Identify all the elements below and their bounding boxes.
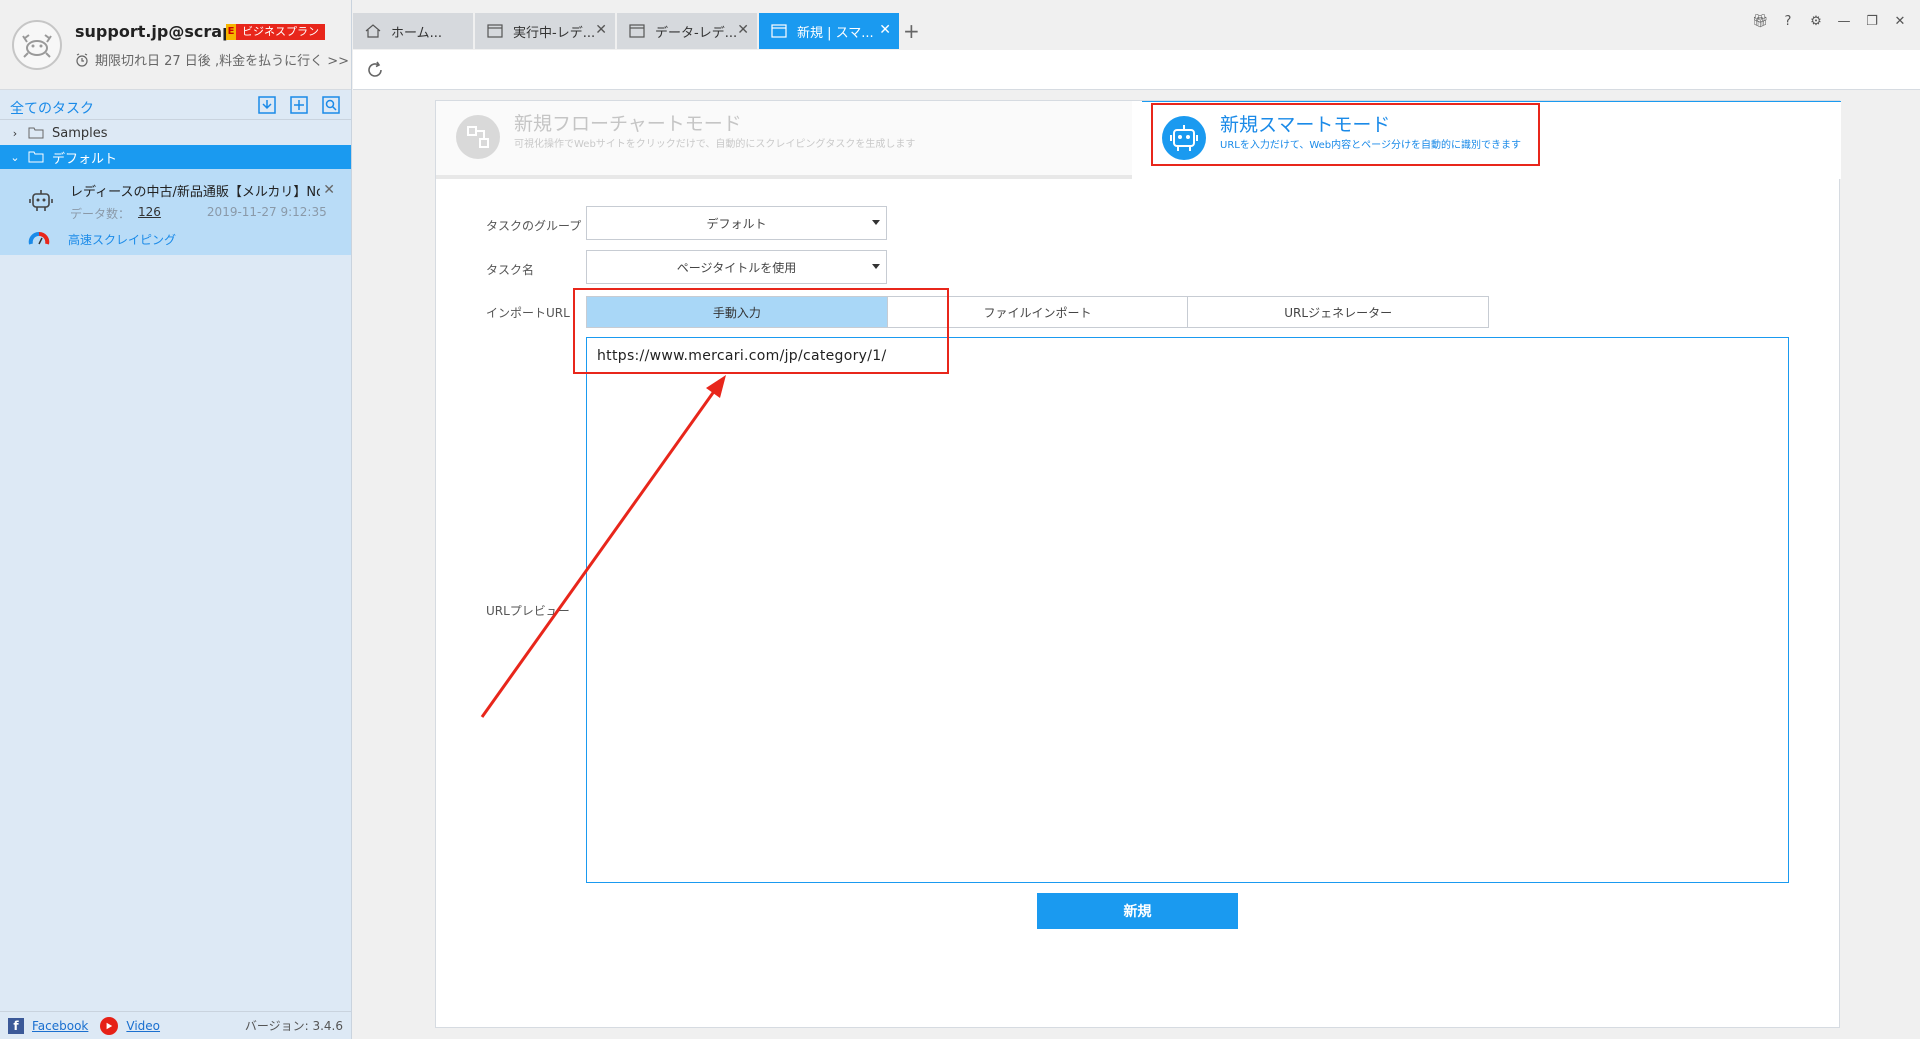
speed-gauge-icon xyxy=(28,232,50,245)
version-text: バージョン: 3.4.6 xyxy=(244,1019,343,1033)
folder-icon xyxy=(28,127,44,139)
tab-data[interactable]: データ-レデ... ✕ xyxy=(617,13,757,49)
expire-text: 期限切れ日 27 日後 ,料金を払うに行く >> xyxy=(95,54,349,69)
gear-icon[interactable]: ⚙ xyxy=(1808,14,1824,29)
caret-down-icon xyxy=(872,220,880,225)
tab-label: 実行中-レデ... xyxy=(513,25,596,41)
close-icon[interactable]: ✕ xyxy=(879,22,891,38)
task-name-select[interactable]: ページタイトルを使用 xyxy=(586,250,887,284)
folder-default[interactable]: ⌄ デフォルト xyxy=(0,145,351,169)
add-task-icon[interactable] xyxy=(289,95,309,115)
smart-mode-tab[interactable]: 新規スマートモード URLを入力だけて、Web内容とページ分けを自動的に識別でき… xyxy=(1142,101,1841,179)
plan-level-badge: E xyxy=(226,24,236,40)
crab-logo-icon xyxy=(22,34,52,58)
caret-down-icon xyxy=(872,264,880,269)
home-icon xyxy=(365,24,381,38)
task-name-label: タスク名 xyxy=(486,263,535,277)
profile-section: support.jp@scrap... E ビジネスプラン 期限切れ日 27 日… xyxy=(0,0,351,90)
task-mode: 高速スクレイピング xyxy=(68,233,177,247)
task-name: レディースの中古/新品通販【メルカリ】No... xyxy=(70,185,320,200)
youtube-icon[interactable] xyxy=(100,1016,119,1035)
tab-label: ホーム... xyxy=(391,25,443,41)
smart-mode-title: 新規スマートモード xyxy=(1220,114,1391,136)
task-item[interactable]: レディースの中古/新品通販【メルカリ】No... ✕ データ数： 126 201… xyxy=(0,169,351,255)
group-select-value: デフォルト xyxy=(706,216,767,231)
task-date: 2019-11-27 9:12:35 xyxy=(206,205,327,219)
url-textarea[interactable] xyxy=(586,337,1789,883)
facebook-icon[interactable]: f xyxy=(8,1017,24,1034)
window-controls: 🎁︎ ? ⚙ — ❐ ✕ xyxy=(1752,14,1908,29)
group-label: タスクのグループ xyxy=(486,219,582,233)
flowchart-icon xyxy=(456,115,500,159)
sidebar-footer: f Facebook Video バージョン: 3.4.6 xyxy=(0,1011,351,1039)
data-count[interactable]: 126 xyxy=(138,205,161,222)
window-icon xyxy=(629,24,645,38)
window-icon xyxy=(771,24,787,38)
create-button[interactable]: 新規 xyxy=(1037,893,1238,929)
refresh-icon[interactable] xyxy=(365,60,385,80)
import-task-icon[interactable] xyxy=(257,95,277,115)
tab-label: データ-レデ... xyxy=(655,25,738,41)
new-task-panel: 新規フローチャートモード 可視化操作でWebサイトをクリックだけで、自動的にスク… xyxy=(435,100,1841,1028)
tab-bar: ホーム... 実行中-レデ... ✕ データ-レデ... ✕ 新規 | スマ..… xyxy=(353,0,1920,50)
folder-samples[interactable]: › Samples xyxy=(0,121,351,145)
sidebar: support.jp@scrap... E ビジネスプラン 期限切れ日 27 日… xyxy=(0,0,352,1039)
gift-icon[interactable]: 🎁︎ xyxy=(1752,14,1769,29)
video-link[interactable]: Video xyxy=(126,1019,160,1033)
flowchart-mode-subtitle: 可視化操作でWebサイトをクリックだけで、自動的にスクレイピングタスクを生成しま… xyxy=(514,139,916,150)
tab-label: 新規 | スマ... xyxy=(797,25,874,41)
avatar[interactable] xyxy=(12,20,62,70)
smart-mode-subtitle: URLを入力だけて、Web内容とページ分けを自動的に識別できます xyxy=(1220,140,1521,151)
close-icon[interactable]: ✕ xyxy=(323,182,335,198)
restore-icon[interactable]: ❐ xyxy=(1864,14,1880,29)
url-input-tabs: 手動入力 ファイルインポート URLジェネレーター xyxy=(586,296,1489,328)
search-task-icon[interactable] xyxy=(321,95,341,115)
close-icon[interactable]: ✕ xyxy=(737,22,749,38)
help-icon[interactable]: ? xyxy=(1780,14,1796,29)
facebook-link[interactable]: Facebook xyxy=(32,1019,88,1033)
import-url-label: インポートURL xyxy=(486,306,570,320)
flowchart-mode-tab[interactable]: 新規フローチャートモード 可視化操作でWebサイトをクリックだけで、自動的にスク… xyxy=(436,101,1132,179)
url-preview-label: URLプレビュー xyxy=(486,604,570,618)
chevron-down-icon[interactable]: ⌄ xyxy=(8,151,22,164)
tab-manual-input[interactable]: 手動入力 xyxy=(587,297,888,327)
alarm-clock-icon xyxy=(76,52,88,67)
close-window-icon[interactable]: ✕ xyxy=(1892,14,1908,29)
task-name-select-value: ページタイトルを使用 xyxy=(676,260,797,275)
robot-icon xyxy=(29,190,53,211)
close-icon[interactable]: ✕ xyxy=(595,22,607,38)
add-tab-button[interactable]: + xyxy=(903,19,920,43)
window-icon xyxy=(487,24,503,38)
folder-label: Samples xyxy=(52,125,108,141)
robot-icon xyxy=(1162,116,1206,160)
plan-badge[interactable]: ビジネスプラン xyxy=(236,24,325,40)
folder-label: デフォルト xyxy=(52,151,118,167)
expire-notice[interactable]: 期限切れ日 27 日後 ,料金を払うに行く >> xyxy=(75,50,349,69)
minimize-icon[interactable]: — xyxy=(1836,14,1852,29)
tab-new-smart[interactable]: 新規 | スマ... ✕ xyxy=(759,13,899,49)
data-count-label: データ数： xyxy=(70,207,131,221)
folder-icon xyxy=(28,151,44,163)
tab-file-import[interactable]: ファイルインポート xyxy=(887,297,1189,327)
tab-running[interactable]: 実行中-レデ... ✕ xyxy=(475,13,615,49)
flowchart-mode-title: 新規フローチャートモード xyxy=(514,113,742,135)
group-select[interactable]: デフォルト xyxy=(586,206,887,240)
all-tasks-label[interactable]: 全てのタスク xyxy=(10,98,94,118)
chevron-right-icon[interactable]: › xyxy=(8,127,22,140)
tasks-header: 全てのタスク xyxy=(0,91,351,120)
toolbar xyxy=(353,50,1920,90)
tab-home[interactable]: ホーム... xyxy=(353,13,473,49)
task-meta: データ数： 126 2019-11-27 9:12:35 xyxy=(70,205,327,222)
tab-url-generator[interactable]: URLジェネレーター xyxy=(1188,297,1489,327)
